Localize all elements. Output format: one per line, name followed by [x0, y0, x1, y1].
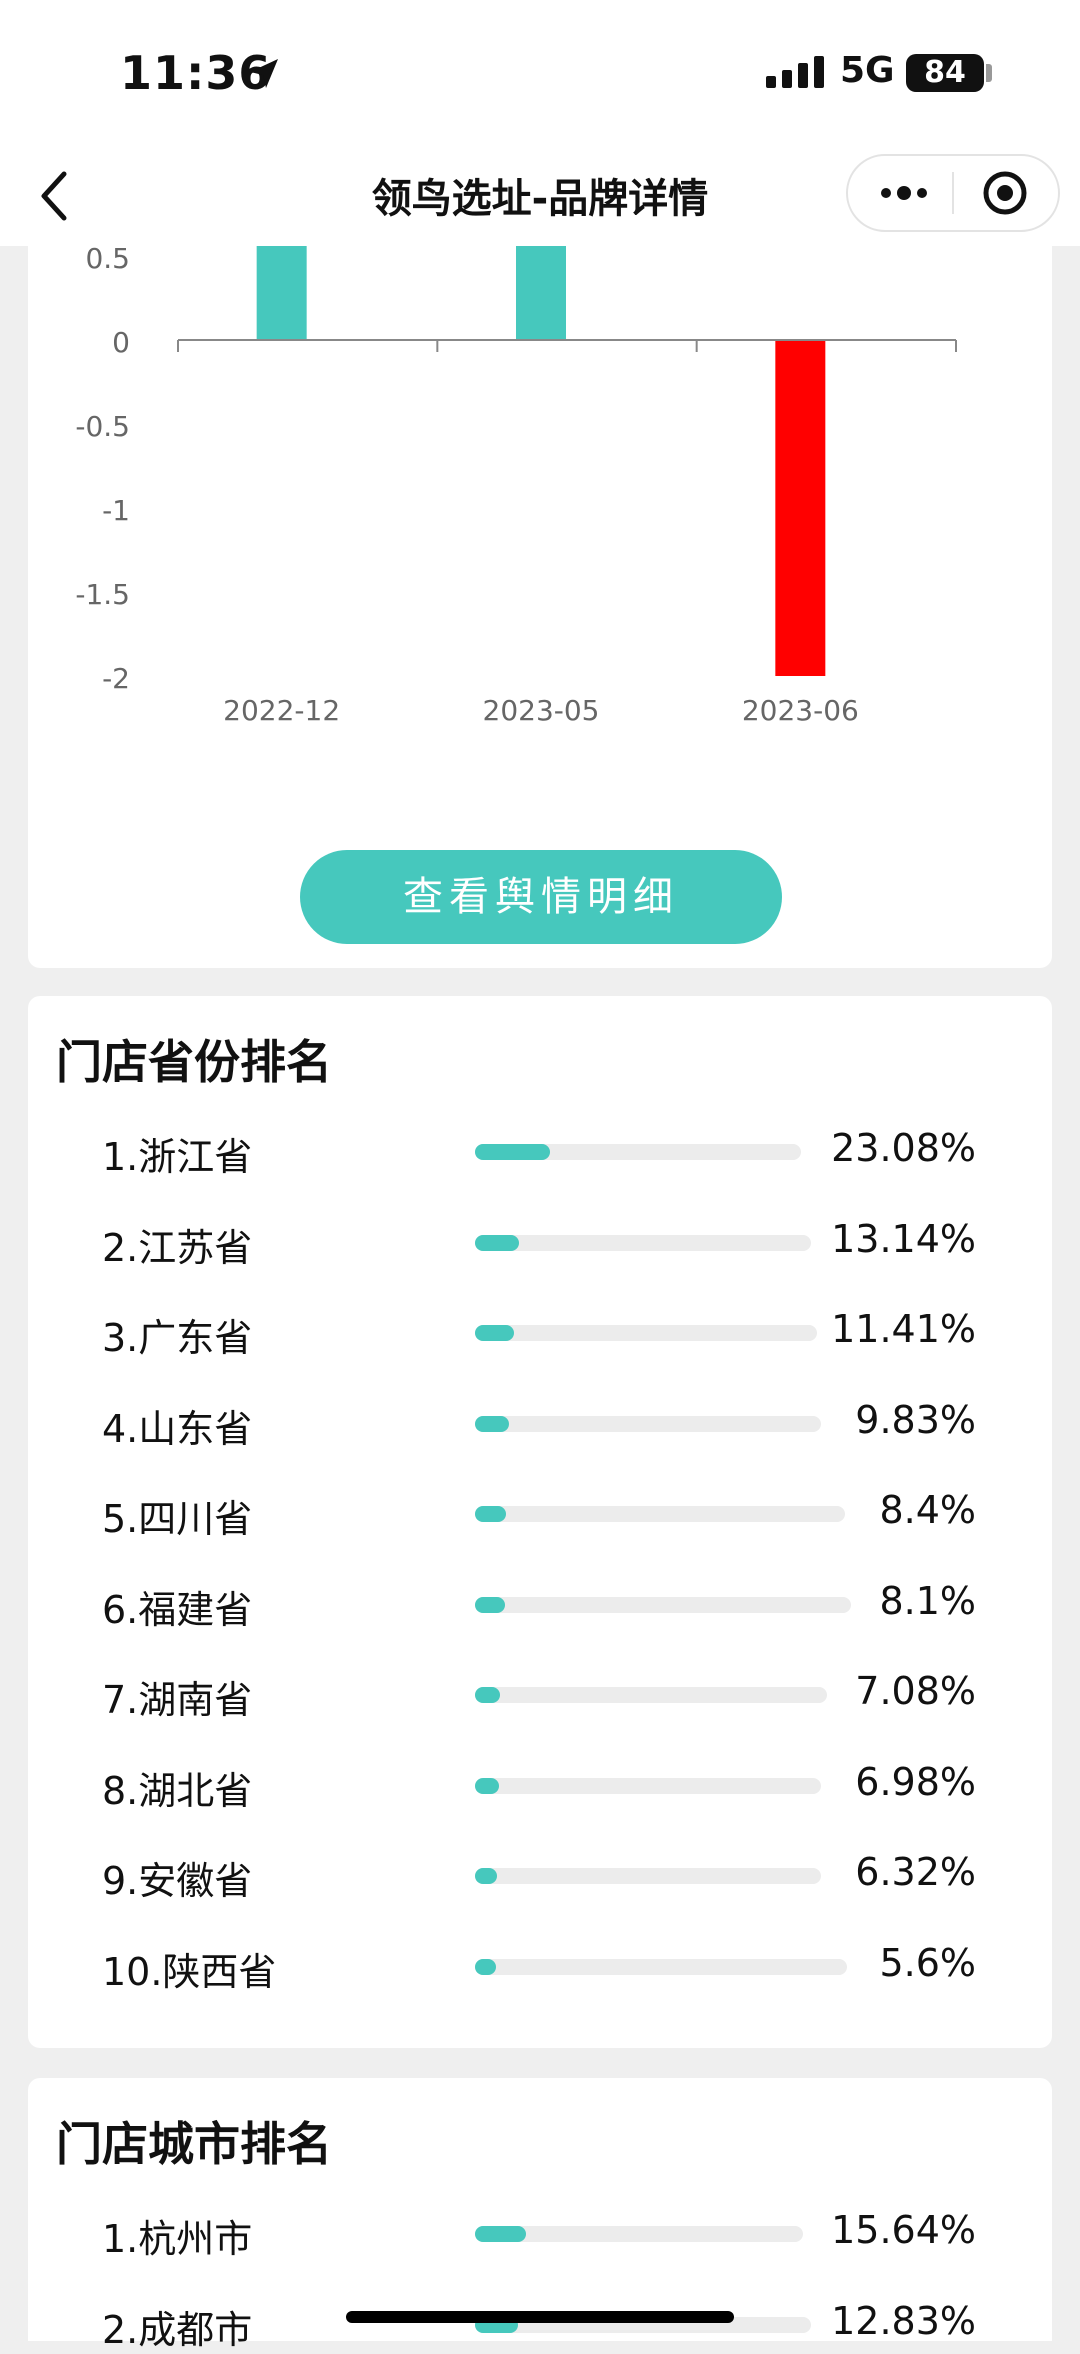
ranking-label: 1.杭州市 [102, 2217, 253, 2261]
ranking-bar-track [475, 1325, 817, 1341]
nav-bar: 领鸟选址-品牌详情 [0, 140, 1080, 246]
ranking-bar-track [475, 1144, 801, 1160]
ranking-bar-track [475, 1415, 821, 1432]
ranking-bar-track [475, 1777, 821, 1794]
capsule-divider [952, 172, 954, 214]
ranking-label: 2.成都市 [102, 2307, 253, 2352]
ranking-label: 5.四川省 [102, 1497, 253, 1541]
ranking-row: 8.湖北省 6.98% [28, 1754, 1052, 1814]
ranking-percent: 6.98% [855, 1759, 976, 1804]
status-bar: 11:36 5G 84 [0, 0, 1080, 140]
ranking-row: 10.陕西省 5.6% [28, 1935, 1052, 1995]
ranking-label: 7.湖南省 [102, 1678, 253, 1722]
location-arrow-icon [250, 59, 278, 88]
cellular-signal-icon [766, 56, 824, 88]
ranking-bar-fill [475, 1144, 551, 1160]
sentiment-chart-card: 0.5 0 -0.5 -1 -1.5 -2 2022-12 2023-05 2023-06 查看… [28, 246, 1052, 968]
more-dots-icon[interactable] [878, 180, 930, 206]
close-target-icon[interactable] [982, 170, 1028, 216]
y-tick-label: -1.5 [75, 578, 130, 611]
y-tick-label: 0.5 [85, 246, 130, 275]
network-type: 5G [840, 50, 895, 91]
ranking-bar-track [475, 1234, 811, 1251]
section-title: 门店城市排名 [56, 2117, 332, 2171]
y-tick-label: -0.5 [75, 410, 130, 443]
ranking-bar-fill [475, 1958, 496, 1975]
ranking-bar-track [475, 1958, 847, 1975]
chart-bar [256, 246, 307, 340]
ranking-bar-fill [475, 1234, 520, 1251]
ranking-bar-fill [475, 1596, 506, 1613]
ranking-row: 2.江苏省 13.14% [28, 1211, 1052, 1271]
ranking-row: 6.福建省 8.1% [28, 1573, 1052, 1633]
ranking-row: 3.广东省 11.41% [28, 1301, 1052, 1361]
ranking-percent: 11.41% [831, 1307, 976, 1351]
ranking-percent: 7.08% [855, 1669, 976, 1713]
ranking-label: 10.陕西省 [102, 1949, 277, 1994]
ranking-bar-fill [475, 1506, 507, 1522]
ranking-bar-track [475, 2226, 803, 2242]
ranking-row: 1.杭州市 15.64% [28, 2202, 1052, 2262]
ranking-bar-fill [475, 1868, 497, 1884]
ranking-label: 8.湖北省 [102, 1768, 253, 1813]
ranking-label: 2.江苏省 [102, 1225, 253, 1270]
ranking-bar-fill [475, 2226, 527, 2242]
city-ranking-card: 门店城市排名 1.杭州市 15.64% 2.成都市 12.83% [28, 2078, 1052, 2352]
ranking-percent: 8.4% [879, 1488, 976, 1532]
x-tick-label: 2022-12 [223, 694, 340, 727]
ranking-bar-track [475, 1687, 827, 1703]
ranking-bar-fill [475, 1687, 500, 1703]
ranking-row: 9.安徽省 6.32% [28, 1844, 1052, 1904]
ranking-percent: 5.6% [879, 1940, 976, 1985]
ranking-bar-fill [475, 1415, 509, 1432]
ranking-label: 6.福建省 [102, 1587, 253, 1632]
chart-bar [775, 340, 826, 676]
ranking-label: 3.广东省 [102, 1316, 253, 1360]
y-tick-label: -1 [102, 494, 130, 527]
section-title: 门店省份排名 [56, 1035, 332, 1089]
battery-cap [986, 64, 992, 82]
ranking-percent: 8.1% [879, 1578, 976, 1623]
ranking-bar-track [475, 1868, 821, 1884]
x-tick-label: 2023-05 [483, 694, 600, 727]
sentiment-bar-chart: 0.5 0 -0.5 -1 -1.5 -2 2022-12 2023-05 2023-06 [75, 246, 957, 727]
ranking-bar-fill [475, 1325, 515, 1341]
view-sentiment-button[interactable]: 查看舆情明细 [300, 850, 782, 944]
home-indicator [346, 2311, 734, 2323]
y-tick-label: -2 [102, 662, 130, 695]
ranking-percent: 15.64% [831, 2208, 976, 2252]
ranking-percent: 9.83% [855, 1397, 976, 1442]
ranking-bar-fill [475, 1777, 500, 1794]
ranking-percent: 6.32% [855, 1850, 976, 1894]
ranking-percent: 12.83% [831, 2298, 976, 2343]
ranking-percent: 13.14% [831, 1216, 976, 1261]
ranking-bar-track [475, 1506, 845, 1522]
ranking-label: 4.山东省 [102, 1406, 253, 1451]
ranking-row: 1.浙江省 23.08% [28, 1120, 1052, 1180]
battery-icon: 84 [906, 54, 984, 92]
ranking-label: 9.安徽省 [102, 1859, 253, 1903]
ranking-bar-track [475, 1596, 851, 1613]
chart-bar [516, 246, 566, 340]
ranking-label: 1.浙江省 [102, 1135, 253, 1179]
ranking-row: 4.山东省 9.83% [28, 1392, 1052, 1452]
ranking-row: 7.湖南省 7.08% [28, 1663, 1052, 1723]
x-tick-label: 2023-06 [742, 694, 859, 727]
ranking-percent: 23.08% [831, 1126, 976, 1170]
y-tick-label: 0 [112, 326, 130, 359]
province-ranking-card: 门店省份排名 1.浙江省 23.08% 2.江苏省 13.14% 3.广东省 11.41%… [28, 996, 1052, 2048]
miniprogram-capsule [846, 154, 1060, 232]
ranking-row: 5.四川省 8.4% [28, 1482, 1052, 1542]
